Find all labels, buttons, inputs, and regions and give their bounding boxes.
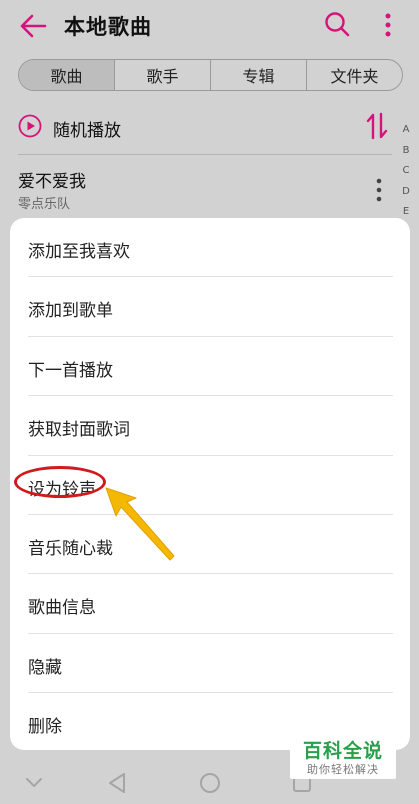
menu-item-add-to-playlist[interactable]: 添加到歌单	[28, 277, 393, 337]
shuffle-play-label: 随机播放	[53, 121, 121, 141]
category-tabs: 歌曲 歌手 专辑 文件夹	[18, 59, 403, 91]
menu-item-music-trim[interactable]: 音乐随心裁	[28, 515, 393, 575]
menu-item-label: 获取封面歌词	[28, 420, 130, 441]
song-artist: 零点乐队	[18, 197, 71, 212]
tab-artists[interactable]: 歌手	[114, 60, 210, 90]
menu-item-song-info[interactable]: 歌曲信息	[28, 574, 393, 634]
song-title: 爱不爱我	[18, 172, 86, 192]
annotation-circle	[14, 466, 106, 498]
back-arrow-icon[interactable]	[18, 12, 48, 40]
watermark-title: 百科全说	[302, 740, 383, 762]
alphabet-letter[interactable]: B	[398, 141, 414, 162]
chevron-down-icon[interactable]	[25, 775, 43, 789]
menu-item-label: 添加到歌单	[28, 301, 113, 322]
nav-home-icon[interactable]	[199, 772, 221, 794]
tab-folders[interactable]: 文件夹	[306, 60, 402, 90]
song-more-icon[interactable]	[373, 177, 385, 203]
menu-item-label: 下一首播放	[28, 360, 113, 381]
search-icon[interactable]	[324, 11, 350, 37]
song-list-item[interactable]: 爱不爱我 零点乐队	[18, 165, 398, 215]
menu-item-label: 歌曲信息	[28, 598, 96, 619]
page-title: 本地歌曲	[64, 15, 152, 39]
alphabet-letter[interactable]: C	[398, 161, 414, 182]
more-vertical-icon[interactable]	[378, 12, 398, 38]
divider	[18, 154, 392, 155]
alphabet-letter[interactable]: D	[398, 182, 414, 203]
menu-item-label: 隐藏	[28, 657, 62, 678]
menu-item-hide[interactable]: 隐藏	[28, 634, 393, 694]
sort-icon[interactable]	[366, 112, 388, 140]
app-header: 本地歌曲	[0, 0, 419, 52]
annotation-arrow-icon	[105, 487, 175, 561]
watermark-subtitle: 助你轻松解决	[307, 763, 379, 776]
menu-item-get-cover-lyrics[interactable]: 获取封面歌词	[28, 396, 393, 456]
play-circle-icon	[18, 114, 42, 138]
menu-item-label: 音乐随心裁	[28, 539, 113, 559]
watermark-logo: 百科全说 助你轻松解决	[290, 735, 396, 779]
nav-back-icon[interactable]	[107, 772, 127, 794]
tab-albums[interactable]: 专辑	[210, 60, 306, 90]
alphabet-index[interactable]: A B C D E	[398, 120, 414, 223]
shuffle-play-row[interactable]: 随机播放	[18, 112, 398, 144]
menu-item-label: 添加至我喜欢	[28, 242, 130, 262]
menu-item-label: 删除	[28, 717, 62, 738]
tab-songs[interactable]: 歌曲	[19, 60, 114, 90]
menu-item-play-next[interactable]: 下一首播放	[28, 337, 393, 397]
alphabet-letter[interactable]: A	[398, 120, 414, 141]
menu-item-add-to-favorites[interactable]: 添加至我喜欢	[28, 218, 393, 278]
